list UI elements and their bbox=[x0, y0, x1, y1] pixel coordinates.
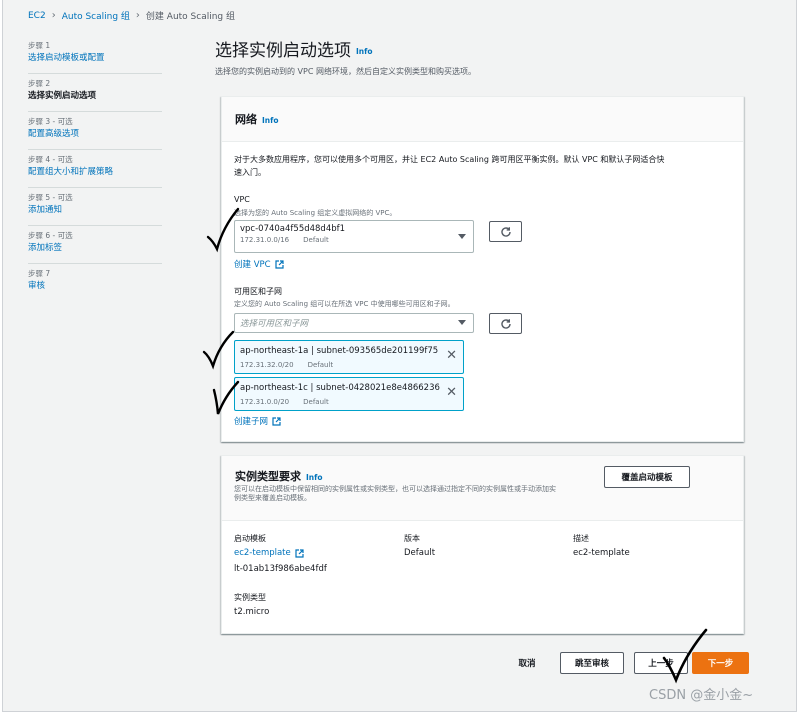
az-select[interactable]: 选择可用区和子网 bbox=[234, 313, 474, 333]
create-subnet-link[interactable]: 创建子网 bbox=[234, 415, 281, 427]
instance-desc-line: 您可以在启动模板中保留相同的实例属性或实例类型，也可以选择通过指定不同的实例属性… bbox=[234, 485, 556, 493]
network-description-line: 速入门。 bbox=[234, 168, 266, 177]
vpc-value: vpc-0740a4f55d48d4bf1 bbox=[240, 224, 346, 234]
subnet-name: ap-northeast-1c | subnet-0428021e8e48662… bbox=[240, 383, 440, 393]
create-vpc-link[interactable]: 创建 VPC bbox=[234, 258, 284, 270]
override-template-button[interactable]: 覆盖启动模板 bbox=[604, 466, 690, 488]
template-name: ec2-template bbox=[234, 548, 291, 558]
info-link[interactable]: Info bbox=[306, 473, 323, 482]
subnet-meta: 172.31.0.0/20 Default bbox=[240, 398, 329, 406]
external-link-icon bbox=[274, 259, 284, 269]
vpc-select[interactable]: vpc-0740a4f55d48d4bf1 172.31.0.0/16 Defau… bbox=[234, 220, 474, 253]
subnet-tag: Default bbox=[307, 361, 334, 369]
page-title-text: 选择实例启动选项 bbox=[215, 41, 351, 61]
instance-type-title: 实例类型要求 Info bbox=[235, 468, 323, 484]
template-id: lt-01ab13f986abe4fdf bbox=[234, 564, 327, 574]
step-3: 步骤 3 - 可选 配置高级选项 bbox=[28, 112, 162, 150]
subnet-token: ap-northeast-1c | subnet-0428021e8e48662… bbox=[234, 377, 464, 411]
step-link[interactable]: 选择启动模板或配置 bbox=[28, 52, 162, 65]
wizard-steps: 步骤 1 选择启动模板或配置 步骤 2 选择实例启动选项 步骤 3 - 可选 配… bbox=[28, 36, 162, 302]
network-description-line: 对于大多数应用程序，您可以使用多个可用区，并让 EC2 Auto Scaling… bbox=[234, 155, 665, 164]
breadcrumb-current: 创建 Auto Scaling 组 bbox=[145, 12, 235, 22]
description-label: 描述 bbox=[573, 534, 589, 543]
chevron-right-icon: › bbox=[135, 10, 140, 21]
vpc-cidr: 172.31.0.0/16 bbox=[240, 236, 290, 244]
network-description: 对于大多数应用程序，您可以使用多个可用区，并让 EC2 Auto Scaling… bbox=[234, 153, 734, 179]
subnet-cidr: 172.31.0.0/20 bbox=[240, 398, 290, 406]
az-label: 可用区和子网 bbox=[234, 287, 282, 296]
az-placeholder: 选择可用区和子网 bbox=[240, 319, 309, 329]
step-7: 步骤 7 审核 bbox=[28, 264, 162, 302]
subnet-name: ap-northeast-1a | subnet-093565de201199f… bbox=[240, 346, 439, 356]
previous-button[interactable]: 上一步 bbox=[634, 652, 688, 674]
step-6: 步骤 6 - 可选 添加标签 bbox=[28, 226, 162, 264]
step-meta: 步骤 5 - 可选 bbox=[28, 193, 73, 202]
chevron-right-icon: › bbox=[51, 10, 56, 21]
instance-type-title-text: 实例类型要求 bbox=[235, 470, 301, 483]
step-1: 步骤 1 选择启动模板或配置 bbox=[28, 36, 162, 74]
network-panel-header: 网络 Info bbox=[222, 97, 743, 142]
refresh-subnet-button[interactable] bbox=[489, 313, 522, 334]
version-value: Default bbox=[404, 548, 436, 558]
step-meta: 步骤 3 - 可选 bbox=[28, 117, 73, 126]
caret-down-icon bbox=[458, 233, 466, 239]
caret-down-icon bbox=[458, 320, 466, 325]
step-4: 步骤 4 - 可选 配置组大小和扩展策略 bbox=[28, 150, 162, 188]
subnet-tag: Default bbox=[303, 398, 329, 406]
step-meta: 步骤 6 - 可选 bbox=[28, 231, 73, 240]
external-link-icon bbox=[272, 416, 281, 426]
az-description: 定义您的 Auto Scaling 组可以在所选 VPC 中使用哪些可用区和子网… bbox=[234, 300, 455, 308]
step-2: 步骤 2 选择实例启动选项 bbox=[28, 74, 162, 112]
step-meta: 步骤 4 - 可选 bbox=[28, 155, 73, 164]
refresh-icon bbox=[500, 318, 511, 329]
breadcrumb: EC2 › Auto Scaling 组 › 创建 Auto Scaling 组 bbox=[28, 9, 235, 22]
instance-desc-line: 例类型来覆盖启动模板。 bbox=[234, 494, 311, 502]
subnet-meta: 172.31.32.0/20 Default bbox=[240, 361, 333, 369]
step-meta: 步骤 2 bbox=[28, 79, 51, 88]
template-link[interactable]: ec2-template bbox=[234, 548, 304, 558]
create-vpc-label: 创建 VPC bbox=[234, 260, 271, 270]
create-subnet-label: 创建子网 bbox=[234, 417, 269, 427]
network-title: 网络 Info bbox=[235, 111, 279, 127]
vpc-description: 选择为您的 Auto Scaling 组定义虚拟网络的 VPC。 bbox=[234, 209, 397, 217]
step-current: 选择实例启动选项 bbox=[28, 91, 97, 101]
skip-to-review-button[interactable]: 跳至审核 bbox=[560, 652, 624, 674]
subnet-token: ap-northeast-1a | subnet-093565de201199f… bbox=[234, 340, 464, 374]
step-link[interactable]: 配置高级选项 bbox=[28, 128, 162, 141]
template-label: 启动模板 bbox=[234, 534, 266, 543]
subnet-cidr: 172.31.32.0/20 bbox=[240, 361, 294, 369]
refresh-vpc-button[interactable] bbox=[489, 221, 522, 242]
page-title: 选择实例启动选项 Info bbox=[215, 36, 373, 61]
step-link[interactable]: 添加标签 bbox=[28, 242, 162, 255]
next-button[interactable]: 下一步 bbox=[692, 652, 749, 674]
vpc-label: VPC bbox=[234, 195, 250, 204]
description-value: ec2-template bbox=[573, 548, 630, 558]
remove-subnet-icon[interactable]: ✕ bbox=[446, 349, 457, 362]
vpc-tag: Default bbox=[303, 236, 329, 244]
watermark: CSDN @金小金~ bbox=[649, 688, 754, 703]
breadcrumb-ec2[interactable]: EC2 bbox=[28, 11, 46, 21]
instance-type-value: t2.micro bbox=[234, 607, 270, 617]
refresh-icon bbox=[500, 226, 511, 237]
step-5: 步骤 5 - 可选 添加通知 bbox=[28, 188, 162, 226]
remove-subnet-icon[interactable]: ✕ bbox=[446, 386, 457, 399]
step-meta: 步骤 7 bbox=[28, 269, 51, 278]
cancel-button[interactable]: 取消 bbox=[509, 652, 545, 674]
network-title-text: 网络 bbox=[235, 113, 257, 126]
instance-type-label: 实例类型 bbox=[234, 593, 266, 602]
page-subtitle: 选择您的实例启动到的 VPC 网络环境，然后自定义实例类型和购买选项。 bbox=[215, 67, 476, 76]
info-link[interactable]: Info bbox=[262, 116, 279, 125]
version-label: 版本 bbox=[404, 534, 420, 543]
step-link[interactable]: 配置组大小和扩展策略 bbox=[28, 166, 162, 179]
step-link[interactable]: 审核 bbox=[28, 280, 162, 293]
instance-type-description: 您可以在启动模板中保留相同的实例属性或实例类型，也可以选择通过指定不同的实例属性… bbox=[234, 485, 614, 503]
step-link[interactable]: 添加通知 bbox=[28, 204, 162, 217]
info-link[interactable]: Info bbox=[356, 47, 373, 56]
breadcrumb-auto-scaling[interactable]: Auto Scaling 组 bbox=[62, 9, 130, 22]
external-link-icon bbox=[295, 548, 304, 558]
vpc-meta: 172.31.0.0/16 Default bbox=[240, 236, 329, 244]
step-meta: 步骤 1 bbox=[28, 41, 51, 50]
